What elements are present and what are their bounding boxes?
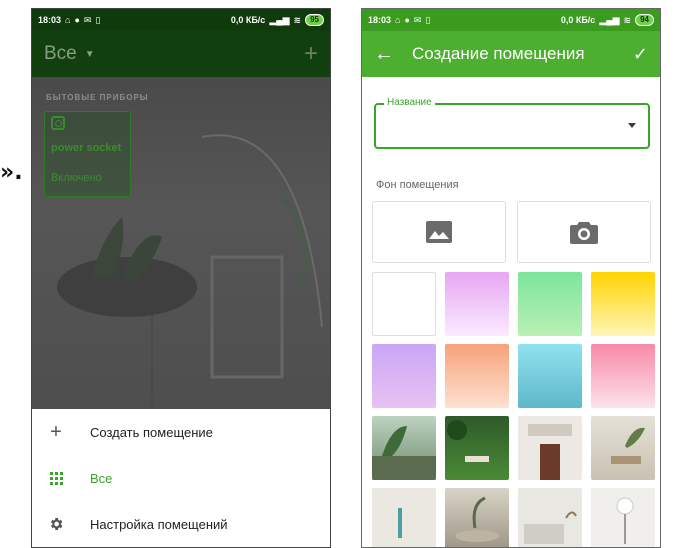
notification-icon: ● xyxy=(404,15,410,25)
swatch-white[interactable] xyxy=(372,272,436,336)
battery-icon: 94 xyxy=(635,14,654,26)
chevron-down-icon[interactable] xyxy=(628,123,636,128)
background-swatches xyxy=(372,272,655,547)
page-title: Создание помещения xyxy=(412,44,585,63)
network-speed: 0,0 КБ/с xyxy=(560,15,596,25)
device-name: power socket xyxy=(51,142,122,154)
status-bar: 18:03 ⌂ ● ✉ ▯ 0,0 КБ/с ▂▄▆ ≋ 95 xyxy=(32,9,330,31)
grid-icon xyxy=(49,471,63,485)
camera-icon xyxy=(570,222,598,244)
wifi-icon: ≋ xyxy=(623,14,632,25)
mail-icon: ✉ xyxy=(83,14,92,25)
swatch-photo-lamp[interactable] xyxy=(591,488,655,547)
text-fragment: ». xyxy=(0,160,23,185)
room-selector-label: Все xyxy=(44,43,77,64)
swatch-photo-table[interactable] xyxy=(445,488,509,547)
swatch-photo-terrace[interactable] xyxy=(372,416,436,480)
room-name-label: Название xyxy=(384,97,435,108)
plus-icon[interactable]: + xyxy=(304,40,318,68)
notification-icon: ● xyxy=(74,15,80,25)
home-icon: ⌂ xyxy=(395,15,401,25)
room-selector[interactable]: Все ▼ xyxy=(44,43,95,65)
phone-screen-create-room: 18:03 ⌂ ● ✉ ▯ 0,0 КБ/с ▂▄▆ ≋ 94 ← Создан… xyxy=(361,8,661,548)
status-time: 18:03 xyxy=(368,15,392,25)
device-card[interactable]: power socket Включено xyxy=(44,111,131,197)
swatch-rose[interactable] xyxy=(591,344,655,408)
pick-from-gallery-button[interactable] xyxy=(372,201,506,263)
menu-item-label: Настройка помещений xyxy=(90,516,228,532)
arrow-back-icon[interactable]: ← xyxy=(374,43,404,66)
swatch-photo-garden[interactable] xyxy=(445,416,509,480)
swatch-photo-interior[interactable] xyxy=(591,416,655,480)
dropdown-arrow-icon: ▼ xyxy=(84,48,95,60)
image-icon xyxy=(426,221,452,243)
swatch-lavender[interactable] xyxy=(372,344,436,408)
app-bar: ← Создание помещения ✓ xyxy=(362,31,660,77)
room-name-field[interactable]: Название xyxy=(374,97,650,149)
signal-icon: ▂▄▆ xyxy=(269,14,290,25)
app-bar: Все ▼ + xyxy=(32,31,330,77)
menu-item-create-room[interactable]: + Создать помещение xyxy=(32,409,330,455)
swatch-photo-bedroom[interactable] xyxy=(518,488,582,547)
bottom-menu: + Создать помещение Все Настройка помеще… xyxy=(32,409,330,547)
swatch-orange[interactable] xyxy=(445,344,509,408)
status-bar: 18:03 ⌂ ● ✉ ▯ 0,0 КБ/с ▂▄▆ ≋ 94 xyxy=(362,9,660,31)
gear-icon xyxy=(50,518,63,530)
menu-item-all[interactable]: Все xyxy=(32,455,330,501)
trash-icon: ▯ xyxy=(425,14,431,25)
trash-icon: ▯ xyxy=(95,14,101,25)
menu-item-room-settings[interactable]: Настройка помещений xyxy=(32,501,330,547)
take-photo-button[interactable] xyxy=(517,201,651,263)
background-section-label: Фон помещения xyxy=(376,179,459,191)
swatch-cyan[interactable] xyxy=(518,344,582,408)
menu-item-label: Создать помещение xyxy=(90,424,213,440)
section-title: БЫТОВЫЕ ПРИБОРЫ xyxy=(46,93,149,102)
phone-screen-rooms: 18:03 ⌂ ● ✉ ▯ 0,0 КБ/с ▂▄▆ ≋ 95 Все ▼ + xyxy=(31,8,331,548)
swatch-pink[interactable] xyxy=(445,272,509,336)
network-speed: 0,0 КБ/с xyxy=(230,15,266,25)
room-content: БЫТОВЫЕ ПРИБОРЫ power socket Включено xyxy=(32,77,330,411)
home-icon: ⌂ xyxy=(65,15,71,25)
battery-icon: 95 xyxy=(305,14,324,26)
room-name-input[interactable] xyxy=(384,111,620,141)
device-status: Включено xyxy=(51,172,102,184)
swatch-photo-door[interactable] xyxy=(518,416,582,480)
swatch-photo-brick[interactable] xyxy=(372,488,436,547)
swatch-green[interactable] xyxy=(518,272,582,336)
wifi-icon: ≋ xyxy=(293,14,302,25)
status-time: 18:03 xyxy=(38,15,62,25)
menu-item-label: Все xyxy=(90,470,113,486)
mail-icon: ✉ xyxy=(413,14,422,25)
socket-icon xyxy=(51,116,65,130)
check-icon[interactable]: ✓ xyxy=(633,44,648,65)
swatch-yellow[interactable] xyxy=(591,272,655,336)
plus-icon: + xyxy=(50,421,62,443)
signal-icon: ▂▄▆ xyxy=(599,14,620,25)
